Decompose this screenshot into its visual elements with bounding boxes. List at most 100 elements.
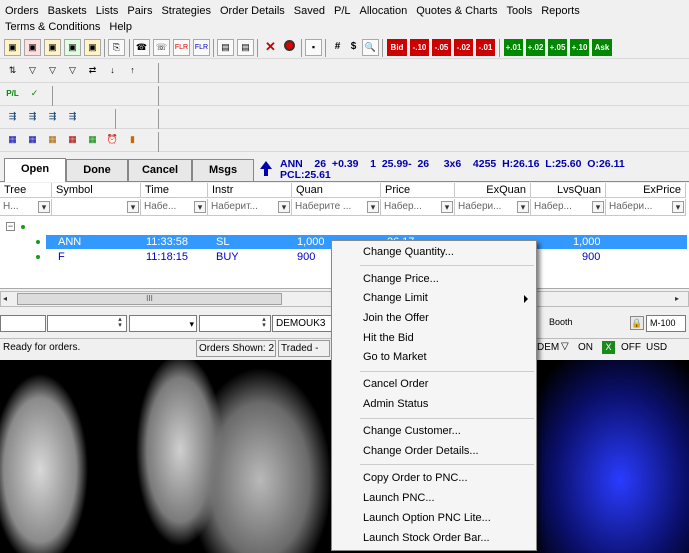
menu-item-launch-stock-order-bar[interactable]: Launch Stock Order Bar... [332, 529, 536, 548]
tab-open[interactable]: Open [4, 158, 66, 182]
entry-field-1[interactable] [0, 315, 46, 332]
alarm-clock-icon[interactable]: ⏰ [104, 132, 121, 149]
filter-icon[interactable]: ▾ [517, 201, 529, 213]
bar-chart-icon[interactable]: ▮ [124, 132, 141, 149]
sort-az-icon[interactable]: ⇅ [4, 63, 21, 80]
order-buy-icon[interactable]: ▣ [64, 39, 81, 56]
account-field[interactable]: DEMOUK3 [272, 315, 332, 332]
dollar-button[interactable]: $ [345, 39, 362, 56]
menu-quotes-charts[interactable]: Quotes & Charts [411, 0, 501, 17]
filter-icon[interactable]: ▾ [367, 201, 379, 213]
menu-pl[interactable]: P/L [329, 0, 355, 17]
menu-item-join-offer[interactable]: Join the Offer [332, 309, 536, 328]
menu-saved[interactable]: Saved [289, 0, 329, 17]
column-header-lvsquan[interactable]: LvsQuan [531, 183, 606, 198]
scroll-left-icon[interactable]: ◂ [3, 294, 13, 304]
menu-lists[interactable]: Lists [91, 0, 123, 17]
order-list-icon[interactable]: ▣ [84, 39, 101, 56]
swap-icon[interactable]: ⇄ [84, 63, 101, 80]
grid-view-1-icon[interactable]: ▦ [4, 132, 21, 149]
arrow-up-icon[interactable]: ↑ [124, 63, 141, 80]
stop-icon[interactable] [281, 39, 298, 56]
filter-instr[interactable]: Наберит... ▾ [208, 199, 292, 216]
filter-quan[interactable]: Наберите ... ▾ [292, 199, 381, 216]
minus-05-button[interactable]: -.05 [432, 39, 451, 56]
column-header-tree[interactable]: Tree [0, 183, 52, 198]
entry-quantity-stepper[interactable]: ▴ ▾ [47, 315, 127, 332]
menu-strategies[interactable]: Strategies [156, 0, 215, 17]
menu-terms-conditions[interactable]: Terms & Conditions [0, 18, 104, 33]
filter-icon[interactable]: ▾ [127, 201, 139, 213]
menu-item-change-limit[interactable]: Change Limit [332, 289, 536, 308]
pl-button[interactable]: P/L [4, 86, 21, 103]
pl-check-icon[interactable]: ✓ [26, 86, 43, 103]
filter-tree[interactable]: Н... ▾ [0, 199, 52, 216]
plus-05-button[interactable]: +.05 [548, 39, 567, 56]
spin-arrows-icon[interactable]: ▴ ▾ [115, 316, 125, 330]
copy-icon[interactable]: ⎘ [108, 39, 125, 56]
arrow-down-icon[interactable]: ↓ [104, 63, 121, 80]
column-header-time[interactable]: Time [141, 183, 208, 198]
save-icon[interactable]: ▪ [305, 39, 322, 56]
excel-icon[interactable]: X [602, 341, 615, 354]
filter-on-icon[interactable]: ▽ [561, 341, 573, 353]
plus-01-button[interactable]: +.01 [504, 39, 523, 56]
menu-item-copy-order-pnc[interactable]: Copy Order to PNC... [332, 469, 536, 488]
filter-alt-icon[interactable]: ▽ [44, 63, 61, 80]
column-header-exquan[interactable]: ExQuan [455, 183, 531, 198]
filter-exquan[interactable]: Набери... ▾ [455, 199, 531, 216]
menu-item-change-quantity[interactable]: Change Quantity... [332, 243, 536, 262]
menu-item-launch-option-pnc-lite[interactable]: Launch Option PNC Lite... [332, 509, 536, 528]
entry-price-stepper[interactable]: ▴ ▾ [199, 315, 271, 332]
menu-orders[interactable]: Orders [0, 0, 43, 17]
order-new-icon[interactable]: ▣ [4, 39, 21, 56]
menu-item-change-customer[interactable]: Change Customer... [332, 422, 536, 441]
grid-view-3-icon[interactable]: ▦ [44, 132, 61, 149]
scroll-thumb[interactable]: III [17, 293, 282, 305]
document-icon[interactable]: ▤ [217, 39, 234, 56]
filter-icon[interactable]: ▾ [38, 201, 50, 213]
scroll-right-icon[interactable]: ▸ [675, 294, 685, 304]
spin-arrows-icon[interactable]: ▴ ▾ [259, 316, 269, 330]
preview-icon[interactable]: 🔍 [362, 39, 379, 56]
lock-icon[interactable]: 🔒 [630, 316, 644, 330]
filter-icon[interactable]: ▽ [24, 63, 41, 80]
menu-item-cancel-order[interactable]: Cancel Order [332, 375, 536, 394]
phone-icon[interactable]: ☎ [133, 39, 150, 56]
minus-10-button[interactable]: -.10 [410, 39, 429, 56]
grid-view-4-icon[interactable]: ▦ [64, 132, 81, 149]
route-4-icon[interactable]: ⇶ [64, 109, 81, 126]
minus-02-button[interactable]: -.02 [454, 39, 473, 56]
filter-clear-icon[interactable]: ▽ [64, 63, 81, 80]
filter-icon[interactable]: ▾ [278, 201, 290, 213]
tab-cancel[interactable]: Cancel [128, 159, 192, 181]
filter-time[interactable]: Набе... ▾ [141, 199, 208, 216]
menu-item-launch-pnc[interactable]: Launch PNC... [332, 489, 536, 508]
column-header-exprice[interactable]: ExPrice [606, 183, 686, 198]
menu-allocation[interactable]: Allocation [355, 0, 412, 17]
menu-order-details[interactable]: Order Details [215, 0, 289, 17]
ask-button[interactable]: Ask [592, 39, 612, 56]
minus-01-button[interactable]: -.01 [476, 39, 495, 56]
menu-item-change-price[interactable]: Change Price... [332, 270, 536, 289]
tree-collapse-icon[interactable]: − [6, 222, 15, 231]
tab-msgs[interactable]: Msgs [192, 159, 254, 181]
column-header-symbol[interactable]: Symbol [52, 183, 141, 198]
column-header-price[interactable]: Price [381, 183, 455, 198]
filter-icon[interactable]: ▾ [441, 201, 453, 213]
filter-lvsquan[interactable]: Набер... ▾ [531, 199, 606, 216]
m-field[interactable]: M-100 [646, 315, 686, 332]
order-sell-icon[interactable]: ▣ [24, 39, 41, 56]
bid-button[interactable]: Bid [387, 39, 407, 56]
menu-baskets[interactable]: Baskets [43, 0, 91, 17]
flr-alt-icon[interactable]: FLR [193, 39, 210, 56]
column-header-quan[interactable]: Quan [292, 183, 381, 198]
flr-icon[interactable]: FLR [173, 39, 190, 56]
document-alt-icon[interactable]: ▤ [237, 39, 254, 56]
filter-icon[interactable]: ▾ [194, 201, 206, 213]
filter-icon[interactable]: ▾ [592, 201, 604, 213]
menu-item-change-order-details[interactable]: Change Order Details... [332, 442, 536, 461]
hash-button[interactable]: # [329, 39, 346, 56]
filter-symbol[interactable]: ▾ [52, 199, 141, 216]
phone-alt-icon[interactable]: ☏ [153, 39, 170, 56]
